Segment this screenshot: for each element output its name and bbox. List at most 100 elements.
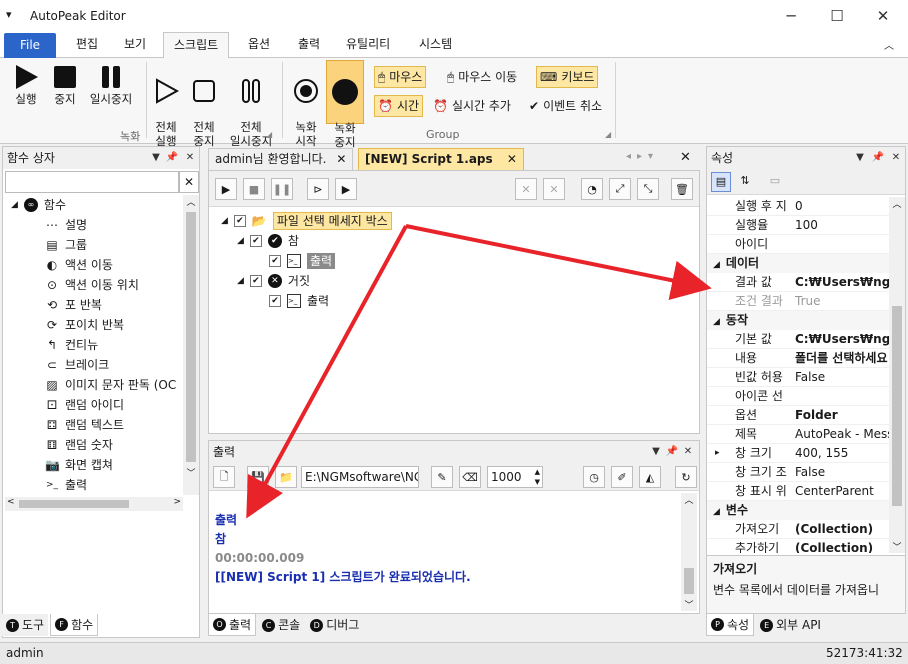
event-cancel-button[interactable]: ✔ 이벤트 취소	[526, 95, 605, 117]
pin-icon[interactable]: 📌	[665, 441, 679, 463]
list-item[interactable]: 📷 화면 캡쳐	[45, 455, 185, 475]
tab-tools[interactable]: T 도구	[2, 614, 49, 636]
save-icon[interactable]: 💾	[247, 466, 269, 488]
h-scrollbar[interactable]: < >	[5, 497, 183, 511]
scrollbar[interactable]: ︿ ﹀	[183, 195, 199, 495]
list-item[interactable]: ↰ 컨티뉴	[45, 335, 185, 355]
stop-icon[interactable]: ■	[243, 178, 265, 200]
list-item[interactable]: ◐ 액션 이동	[45, 255, 185, 275]
minimize-button[interactable]: ─	[768, 0, 814, 32]
prop-row[interactable]: 아이디	[707, 235, 889, 254]
tab-properties[interactable]: P 속성	[706, 614, 755, 636]
prop-category[interactable]: ◢ 데이터	[707, 254, 889, 273]
tree-node-false[interactable]: ◢ ✔ ✕ 거짓	[237, 271, 392, 291]
tab-script1[interactable]: [NEW] Script 1.aps ✕	[358, 148, 524, 170]
collapse-icon[interactable]: ◢	[713, 260, 720, 270]
prop-row[interactable]: 가져오기 (Collection)	[707, 520, 889, 539]
tab-functions[interactable]: F 함수	[50, 614, 99, 636]
maximize-button[interactable]: ☐	[814, 0, 860, 32]
tab-edit[interactable]: 편집	[66, 32, 108, 58]
pin-icon[interactable]: 📌	[871, 147, 885, 169]
app-menu-icon[interactable]: ▾	[6, 8, 12, 21]
path-input[interactable]: E:\NGMsoftware\NG	[301, 466, 419, 488]
expand-icon[interactable]: ▸	[715, 444, 720, 462]
prop-category[interactable]: ◢ 변수	[707, 501, 889, 520]
prop-row[interactable]: 빈값 허용 False	[707, 368, 889, 387]
pin-icon[interactable]: 📌	[165, 147, 179, 169]
list-item[interactable]: ⚃ 랜덤 텍스트	[45, 415, 185, 435]
tab-console[interactable]: C 콘솔	[258, 614, 305, 636]
prop-row[interactable]: ▸ 창 크기 400, 155	[707, 444, 889, 463]
close-button[interactable]: ✕	[860, 0, 906, 32]
list-item[interactable]: ⊙ 액션 이동 위치	[45, 275, 185, 295]
list-item[interactable]: ⟲ 포 반복	[45, 295, 185, 315]
group-expand-icon[interactable]: ◢	[266, 130, 272, 139]
prop-row[interactable]: 기본 값C:₩Users₩ngmа	[707, 330, 889, 349]
expand-icon[interactable]: ⤢	[609, 178, 631, 200]
prop-row[interactable]: 아이콘 선	[707, 387, 889, 406]
mouse-button[interactable]: 🖱 마우스	[374, 66, 427, 88]
tab-welcome[interactable]: admin님 환영합니다. ✕	[208, 148, 354, 170]
time-button[interactable]: ⏰ 시간	[374, 95, 424, 117]
tree-node-true[interactable]: ◢ ✔ ✔ 참	[237, 231, 392, 251]
step-run-icon[interactable]: ⊳	[307, 178, 329, 200]
close-icon[interactable]: ✕	[889, 147, 903, 169]
tab-utility[interactable]: 유틸리티	[336, 32, 400, 58]
tab-nav-icons[interactable]: ◂▸▾	[626, 151, 659, 162]
checkbox[interactable]: ✔	[233, 215, 246, 227]
record-start-button[interactable]: 녹화 시작	[288, 62, 324, 162]
tab-output-log[interactable]: O 출력	[208, 614, 257, 636]
dropdown-icon[interactable]: ▼	[853, 147, 867, 169]
close-tab-icon[interactable]: ✕	[336, 152, 346, 166]
folder-icon[interactable]: 📁	[275, 466, 297, 488]
list-item[interactable]: ⚀ 랜덤 아이디	[45, 395, 185, 415]
property-pages-icon[interactable]: ▭	[765, 172, 785, 192]
pause-button[interactable]: 일시중지	[86, 62, 136, 106]
checkbox[interactable]: ✔	[269, 295, 281, 307]
run-button[interactable]: 실행	[8, 62, 44, 106]
all-pause-button[interactable]: 전체 일시중지	[226, 62, 276, 162]
sort-az-icon[interactable]: ⇅	[735, 172, 755, 192]
prop-row[interactable]: 조건 결과 True	[707, 292, 889, 311]
realtime-add-button[interactable]: ⏰ 실시간 추가	[430, 95, 514, 117]
collapse-ribbon-icon[interactable]: ︿	[884, 37, 894, 52]
dropdown-icon[interactable]: ▼	[649, 441, 663, 463]
clean-icon[interactable]: ✎	[431, 466, 453, 488]
tree-node-output1[interactable]: ✔ >_ 출력	[269, 251, 392, 271]
run-icon[interactable]: ▶	[215, 178, 237, 200]
scroll-thumb[interactable]	[892, 306, 902, 506]
delete-icon[interactable]: 🗑	[671, 178, 693, 200]
keyboard-button[interactable]: ⌨ 키보드	[536, 66, 599, 88]
stop-button[interactable]: 중지	[48, 62, 82, 106]
prop-row[interactable]: 결과 값C:₩Users₩ngma	[707, 273, 889, 292]
checkbox[interactable]: ✔	[249, 235, 262, 247]
clear-search-button[interactable]: ✕	[179, 171, 199, 193]
checkbox[interactable]: ✔	[249, 275, 262, 287]
scroll-thumb[interactable]	[186, 212, 196, 462]
clock-icon[interactable]: ◷	[583, 466, 605, 488]
list-item[interactable]: >_ 출력	[45, 475, 185, 495]
tree-root[interactable]: ◢ ∞ 함수	[11, 195, 185, 215]
prop-row[interactable]: 제목AutoPeak - Messa	[707, 425, 889, 444]
tab-output[interactable]: 출력	[288, 32, 330, 58]
group-expand-icon[interactable]: ◢	[605, 130, 611, 139]
search-input[interactable]	[5, 171, 179, 193]
timer-icon[interactable]: ◔	[581, 178, 603, 200]
refresh-icon[interactable]: ↻	[675, 466, 697, 488]
tab-script[interactable]: 스크립트	[163, 32, 230, 59]
fill-icon[interactable]: ◭	[639, 466, 661, 488]
eraser-icon[interactable]: ⌫	[459, 466, 481, 488]
brush-icon[interactable]: ✐	[611, 466, 633, 488]
collapse-icon[interactable]: ◢	[713, 317, 720, 327]
scrollbar[interactable]: ︿ ﹀	[681, 493, 697, 611]
remove-icon[interactable]: ✕	[515, 178, 537, 200]
list-item[interactable]: ▤ 그룹	[45, 235, 185, 255]
close-doc-icon[interactable]: ✕	[680, 150, 691, 165]
close-tab-icon[interactable]: ✕	[507, 152, 517, 166]
remove-all-icon[interactable]: ✕	[543, 178, 565, 200]
checkbox[interactable]: ✔	[269, 255, 281, 267]
prop-row[interactable]: 옵션 Folder	[707, 406, 889, 425]
prop-row[interactable]: 내용 폴더를 선택하세요	[707, 349, 889, 368]
collapse-icon[interactable]: ⤡	[637, 178, 659, 200]
record-stop-button[interactable]: 녹화 중지	[326, 60, 364, 149]
